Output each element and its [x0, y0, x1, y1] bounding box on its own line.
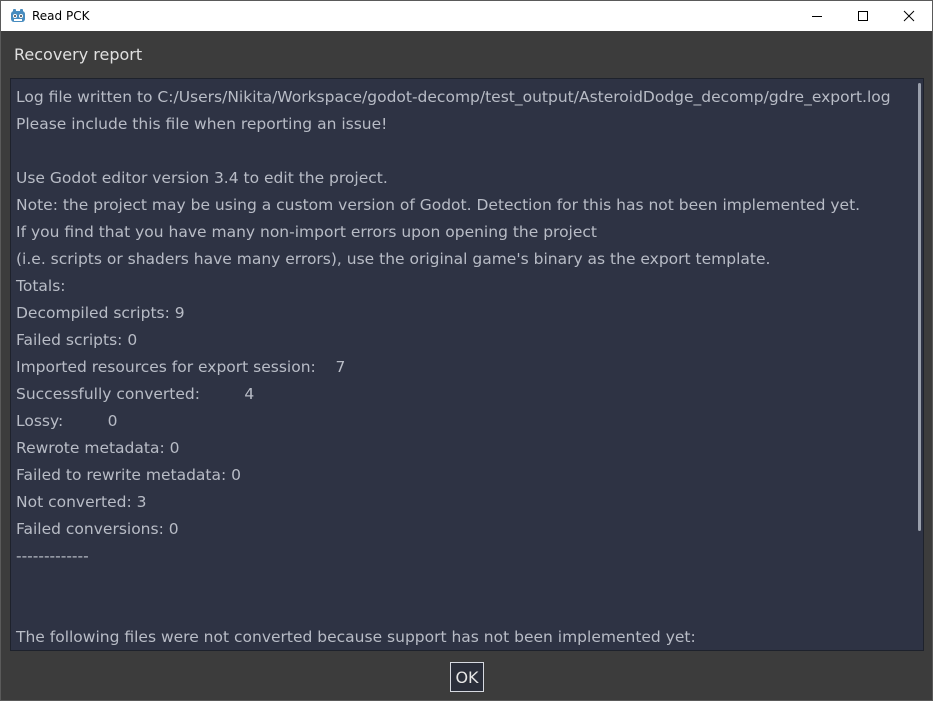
report-line-export-template-hint: (i.e. scripts or shaders have many error… — [16, 250, 771, 268]
report-line-lossy: Lossy: 0 — [16, 412, 118, 430]
report-line-blank — [16, 598, 891, 625]
title-bar[interactable]: Read PCK — [1, 1, 932, 31]
ok-button[interactable]: OK — [450, 662, 484, 692]
report-line-failed-rewrite-metadata: Failed to rewrite metadata: 0 — [16, 466, 241, 484]
report-line-separator: ------------- — [16, 547, 89, 565]
report-line-successfully-converted: Successfully converted: 4 — [16, 385, 255, 403]
vertical-scrollbar[interactable] — [916, 79, 922, 650]
recovery-report-textbox[interactable]: Log file written to C:/Users/Nikita/Work… — [10, 78, 924, 651]
report-line-imported-resources: Imported resources for export session: 7 — [16, 358, 346, 376]
read-pck-window: Read PCK Recovery report Log file writte… — [0, 0, 933, 701]
window-title: Read PCK — [32, 9, 90, 23]
scrollbar-thumb[interactable] — [918, 83, 921, 531]
report-line-include-file: Please include this file when reporting … — [16, 115, 388, 133]
report-line-custom-version-note: Note: the project may be using a custom … — [16, 196, 861, 214]
report-line-log-file: Log file written to C:/Users/Nikita/Work… — [16, 88, 891, 106]
report-line-decompiled-scripts: Decompiled scripts: 9 — [16, 304, 185, 322]
report-line-blank — [16, 571, 891, 598]
close-button[interactable] — [886, 1, 932, 31]
report-lines: Log file written to C:/Users/Nikita/Work… — [16, 85, 891, 650]
report-line-failed-scripts: Failed scripts: 0 — [16, 331, 138, 349]
report-line-non-import-errors: If you find that you have many non-impor… — [16, 223, 597, 241]
report-line-totals: Totals: — [16, 277, 66, 295]
report-line-unsupported-files-header: The following files were not converted b… — [16, 628, 696, 646]
maximize-icon — [858, 11, 868, 21]
report-line-blank — [16, 139, 891, 166]
minimize-button[interactable] — [794, 1, 840, 31]
minimize-icon — [812, 16, 822, 17]
dialog-title: Recovery report — [14, 45, 143, 64]
maximize-button[interactable] — [840, 1, 886, 31]
close-icon — [903, 10, 915, 22]
report-line-not-converted: Not converted: 3 — [16, 493, 147, 511]
report-line-editor-version: Use Godot editor version 3.4 to edit the… — [16, 169, 388, 187]
report-line-failed-conversions: Failed conversions: 0 — [16, 520, 179, 538]
report-line-rewrote-metadata: Rewrote metadata: 0 — [16, 439, 180, 457]
godot-app-icon — [11, 9, 25, 22]
window-controls — [794, 1, 932, 31]
